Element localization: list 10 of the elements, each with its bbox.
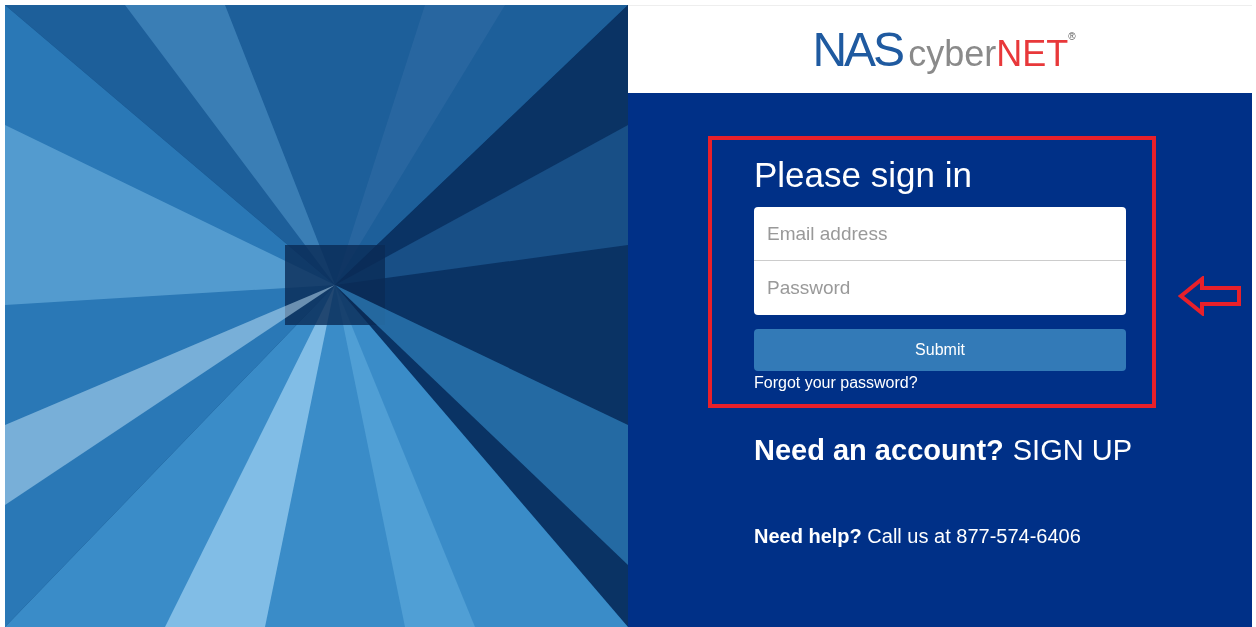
help-text: Need help? Call us at 877-574-6406: [754, 525, 1082, 548]
input-field[interactable]: Password: [754, 261, 1126, 315]
arrow-icon: [1178, 276, 1242, 316]
input-field[interactable]: Email address: [754, 207, 1126, 261]
account-prompt: Need an account?: [754, 434, 1004, 467]
logo: NAScyberNET$^{®}$: [812, 25, 1076, 74]
sign-up-link[interactable]: SIGN UP: [1012, 434, 1133, 467]
form-title: Please sign in: [754, 155, 973, 195]
submit-button[interactable]: Submit: [754, 329, 1126, 371]
forgot-password-link[interactable]: Forgot your password?: [754, 374, 918, 392]
